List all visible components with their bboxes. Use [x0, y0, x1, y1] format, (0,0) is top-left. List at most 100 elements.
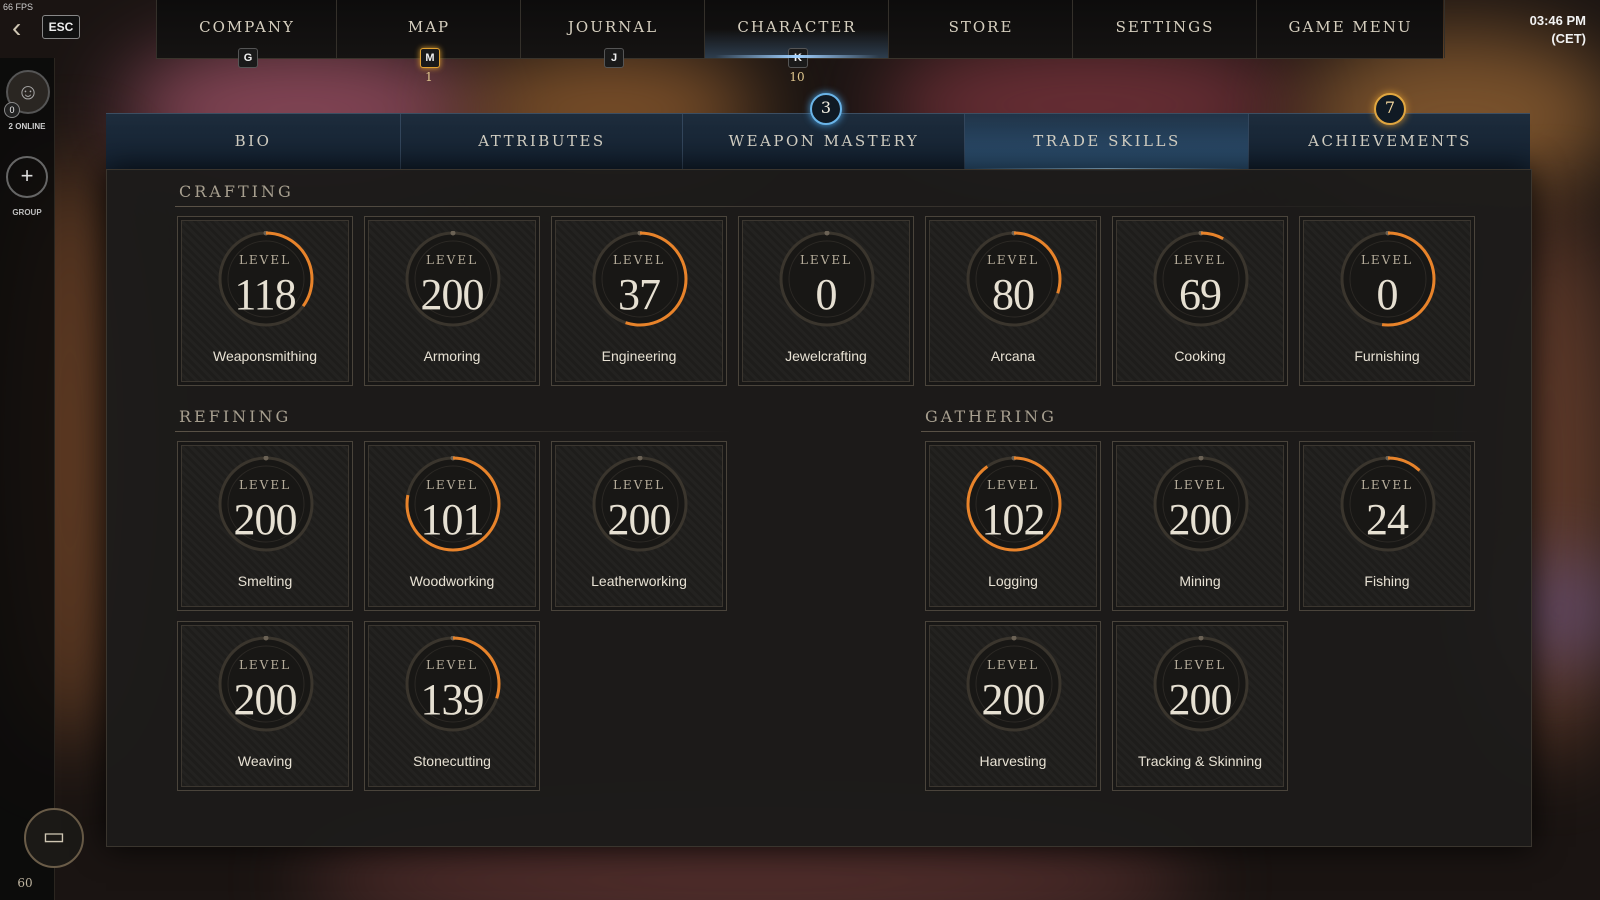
- skill-name: Smelting: [237, 573, 293, 589]
- level-label: LEVEL: [425, 478, 479, 492]
- skill-level-value: 24: [1366, 495, 1409, 544]
- top-navigation: COMPANY G MAP M 1 JOURNAL J CHARACTER K …: [156, 0, 1445, 84]
- level-label: LEVEL: [612, 253, 666, 267]
- skill-name: Harvesting: [979, 753, 1047, 769]
- level-label: LEVEL: [1360, 478, 1414, 492]
- skill-level-value: 118: [234, 270, 296, 319]
- skill-level-value: 200: [233, 675, 298, 724]
- level-label: LEVEL: [238, 253, 292, 267]
- nav-map[interactable]: MAP M 1: [336, 0, 521, 84]
- nav-count: 1: [425, 70, 433, 84]
- level-label: LEVEL: [612, 478, 666, 492]
- skill-name: Furnishing: [1354, 348, 1420, 364]
- skill-level-value: 80: [992, 270, 1035, 319]
- clock-zone: (CET): [1551, 31, 1586, 46]
- online-label: 2 ONLINE: [8, 122, 46, 131]
- skill-level-value: 0: [1376, 270, 1399, 319]
- skill-name: Arcana: [990, 348, 1036, 364]
- fps-counter: 66 FPS: [3, 2, 34, 12]
- skill-card-harvesting[interactable]: LEVEL 200 Harvesting: [925, 621, 1101, 791]
- skill-card-stonecutting[interactable]: LEVEL 139 Stonecutting: [364, 621, 540, 791]
- level-label: LEVEL: [1173, 658, 1227, 672]
- section-divider: [921, 431, 1481, 432]
- level-label: LEVEL: [1360, 253, 1414, 267]
- achievements-badge: 7: [1374, 93, 1406, 125]
- nav-hotkey: G: [238, 48, 258, 68]
- level-label: LEVEL: [238, 658, 292, 672]
- skill-level-value: 200: [1168, 675, 1233, 724]
- skill-level-value: 139: [420, 675, 485, 724]
- skill-card-armoring[interactable]: LEVEL 200 Armoring: [364, 216, 540, 386]
- nav-company[interactable]: COMPANY G: [156, 0, 337, 68]
- nav-journal[interactable]: JOURNAL J: [520, 0, 705, 68]
- nav-character[interactable]: CHARACTER K 10: [704, 0, 889, 84]
- tab-trade-skills[interactable]: TRADE SKILLS: [964, 114, 1249, 171]
- skill-level-value: 37: [618, 270, 661, 319]
- skill-level-value: 0: [815, 270, 838, 319]
- section-title-refining: REFINING: [179, 407, 292, 426]
- left-rail: ☺ 0 2 ONLINE + GROUP: [0, 58, 55, 900]
- skill-name: Jewelcrafting: [785, 348, 867, 364]
- skill-card-weaponsmithing[interactable]: LEVEL 118 Weaponsmithing: [177, 216, 353, 386]
- level-label: LEVEL: [425, 253, 479, 267]
- skill-name: Leatherworking: [591, 573, 687, 589]
- skill-card-arcana[interactable]: LEVEL 80 Arcana: [925, 216, 1101, 386]
- level-label: LEVEL: [425, 658, 479, 672]
- player-level-badge: 60: [17, 876, 33, 890]
- skill-name: Fishing: [1364, 573, 1410, 589]
- skill-card-woodworking[interactable]: LEVEL 101 Woodworking: [364, 441, 540, 611]
- skill-level-value: 101: [420, 495, 485, 544]
- skill-card-furnishing[interactable]: LEVEL 0 Furnishing: [1299, 216, 1475, 386]
- skill-card-leatherworking[interactable]: LEVEL 200 Leatherworking: [551, 441, 727, 611]
- trade-skills-panel: CRAFTING LEVEL 118 Weaponsmithing LEVEL 200 A…: [106, 169, 1532, 847]
- nav-hotkey: K: [788, 48, 808, 68]
- skill-name: Logging: [988, 573, 1038, 589]
- skill-card-jewelcrafting[interactable]: LEVEL 0 Jewelcrafting: [738, 216, 914, 386]
- skill-name: Weaponsmithing: [212, 348, 318, 364]
- skill-name: Armoring: [423, 348, 481, 364]
- skill-card-mining[interactable]: LEVEL 200 Mining: [1112, 441, 1288, 611]
- level-label: LEVEL: [986, 658, 1040, 672]
- level-label: LEVEL: [238, 478, 292, 492]
- skill-level-value: 200: [233, 495, 298, 544]
- nav-settings[interactable]: SETTINGS: [1072, 0, 1257, 58]
- weapon-mastery-badge: 3: [810, 93, 842, 125]
- tab-bio[interactable]: BIO: [106, 114, 400, 170]
- skill-level-value: 200: [420, 270, 485, 319]
- skill-name: Engineering: [601, 348, 677, 364]
- level-label: LEVEL: [799, 253, 853, 267]
- back-arrow-icon[interactable]: ‹: [12, 14, 34, 42]
- online-count-badge: 0: [4, 102, 20, 118]
- skill-name: Cooking: [1174, 348, 1226, 364]
- chat-icon[interactable]: ▭: [24, 808, 84, 868]
- skill-level-value: 200: [1168, 495, 1233, 544]
- section-title-gathering: GATHERING: [925, 407, 1057, 426]
- skill-card-weaving[interactable]: LEVEL 200 Weaving: [177, 621, 353, 791]
- level-label: LEVEL: [986, 253, 1040, 267]
- skill-card-fishing[interactable]: LEVEL 24 Fishing: [1299, 441, 1475, 611]
- nav-store[interactable]: STORE: [888, 0, 1073, 58]
- skill-name: Woodworking: [409, 573, 495, 589]
- skill-card-smelting[interactable]: LEVEL 200 Smelting: [177, 441, 353, 611]
- plus-icon[interactable]: +: [6, 156, 48, 198]
- skill-name: Stonecutting: [413, 753, 491, 769]
- skill-card-logging[interactable]: LEVEL 102 Logging: [925, 441, 1101, 611]
- nav-hotkey: J: [604, 48, 624, 68]
- skill-level-value: 102: [981, 495, 1046, 544]
- skill-card-tracking-and-skinning[interactable]: LEVEL 200 Tracking & Skinning: [1112, 621, 1288, 791]
- section-title-crafting: CRAFTING: [179, 182, 294, 201]
- nav-game-menu[interactable]: GAME MENU: [1256, 0, 1445, 58]
- skill-card-engineering[interactable]: LEVEL 37 Engineering: [551, 216, 727, 386]
- esc-button[interactable]: ESC: [42, 15, 80, 39]
- section-divider: [175, 431, 735, 432]
- nav-count: 10: [789, 70, 805, 84]
- skill-level-value: 69: [1179, 270, 1222, 319]
- skill-name: Mining: [1179, 573, 1221, 589]
- skill-name: Weaving: [237, 753, 293, 769]
- level-label: LEVEL: [986, 478, 1040, 492]
- tab-attributes[interactable]: ATTRIBUTES: [400, 114, 683, 170]
- skill-name: Tracking & Skinning: [1138, 753, 1262, 769]
- level-label: LEVEL: [1173, 478, 1227, 492]
- skill-card-cooking[interactable]: LEVEL 69 Cooking: [1112, 216, 1288, 386]
- clock-time: 03:46 PM: [1529, 13, 1586, 28]
